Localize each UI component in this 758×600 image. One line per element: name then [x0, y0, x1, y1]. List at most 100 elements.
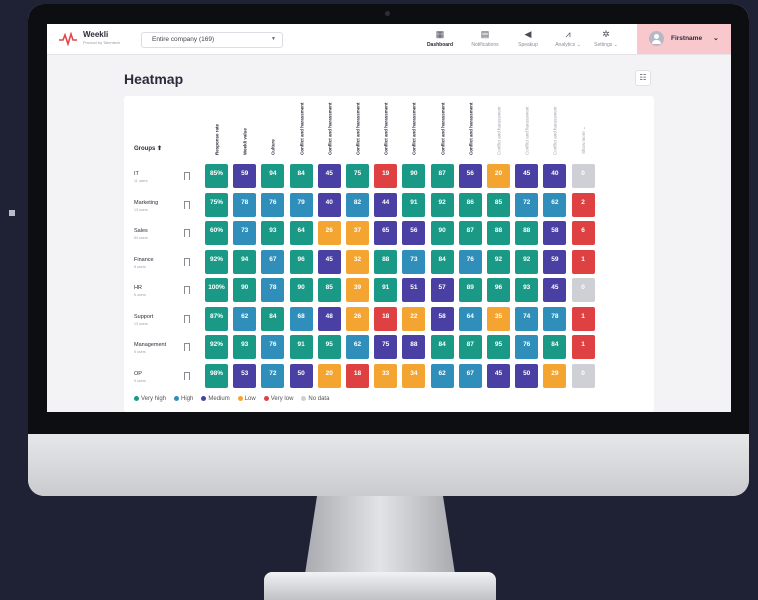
bookmark-icon[interactable] [184, 257, 190, 266]
heatmap-cell[interactable]: 92 [487, 249, 510, 274]
heatmap-cell[interactable]: 87 [430, 164, 454, 188]
heatmap-cell[interactable]: 96 [289, 249, 313, 274]
column-header[interactable]: Conflict and harassment [542, 100, 568, 160]
heatmap-cell[interactable]: 82 [346, 192, 369, 217]
heatmap-cell[interactable]: 58 [430, 306, 454, 331]
heatmap-cell[interactable]: 75 [374, 335, 398, 359]
heatmap-cell[interactable]: 20 [487, 164, 510, 188]
heatmap-cell[interactable]: 72 [515, 192, 539, 217]
heatmap-cell[interactable]: 32 [346, 249, 369, 274]
heatmap-cell[interactable]: 95 [317, 335, 341, 359]
group-name[interactable]: Management [134, 342, 166, 348]
heatmap-cell[interactable]: 87 [458, 221, 482, 245]
heatmap-cell[interactable]: 90 [233, 278, 257, 302]
group-name[interactable]: Finance [134, 257, 154, 263]
heatmap-cell[interactable]: 90 [289, 278, 313, 302]
column-header[interactable]: Conflict and harassment [430, 100, 456, 160]
heatmap-cell[interactable]: 84 [261, 306, 285, 331]
bookmark-icon[interactable] [184, 172, 190, 180]
heatmap-cell[interactable]: 73 [233, 221, 257, 245]
groups-sort-header[interactable]: Groups ⬆ [134, 145, 162, 152]
heatmap-cell[interactable]: 35 [487, 306, 510, 331]
heatmap-cell[interactable]: 53 [233, 363, 257, 388]
bookmark-icon[interactable] [184, 314, 190, 323]
heatmap-cell[interactable]: 29 [543, 363, 567, 388]
heatmap-cell[interactable]: 76 [261, 335, 285, 359]
nav-notifications[interactable]: ▤ Notifications [461, 28, 509, 48]
heatmap-cell[interactable]: 62 [346, 335, 369, 359]
heatmap-cell[interactable]: 39 [346, 278, 369, 302]
column-header[interactable]: Conflict and harassment [514, 100, 540, 160]
bookmark-icon[interactable] [184, 229, 190, 237]
heatmap-cell[interactable]: 85 [487, 192, 510, 217]
heatmap-cell[interactable]: 84 [430, 249, 454, 274]
column-header[interactable]: Conflict and harassment [373, 100, 399, 160]
heatmap-cell[interactable]: 87% [205, 306, 228, 331]
heatmap-cell[interactable]: 2 [571, 192, 595, 217]
heatmap-cell[interactable]: 84 [430, 335, 454, 359]
nav-settings[interactable]: ✲ Settings ⌄ [582, 28, 630, 48]
heatmap-cell[interactable]: 98% [205, 363, 228, 388]
heatmap-cell[interactable]: 95 [487, 335, 510, 359]
heatmap-cell[interactable]: 62 [430, 363, 454, 388]
column-header[interactable]: Culture [260, 100, 286, 160]
heatmap-cell[interactable]: 84 [543, 335, 567, 359]
heatmap-cell[interactable]: 72 [261, 363, 285, 388]
heatmap-cell[interactable]: 94 [261, 164, 285, 188]
heatmap-cell[interactable]: 76 [261, 192, 285, 217]
heatmap-cell[interactable]: 59 [543, 249, 567, 274]
heatmap-cell[interactable]: 92% [205, 249, 228, 274]
column-header[interactable]: Conflict and harassment [458, 100, 484, 160]
heatmap-cell[interactable]: 91 [374, 278, 398, 302]
heatmap-cell[interactable]: 89 [458, 278, 482, 302]
heatmap-cell[interactable]: 85% [205, 164, 228, 188]
heatmap-cell[interactable]: 91 [402, 192, 426, 217]
heatmap-cell[interactable]: 48 [317, 306, 341, 331]
heatmap-cell[interactable]: 0 [571, 363, 595, 388]
group-name[interactable]: OP [134, 371, 142, 377]
heatmap-cell[interactable]: 22 [402, 306, 426, 331]
heatmap-cell[interactable]: 56 [458, 164, 482, 188]
heatmap-cell[interactable]: 92 [430, 192, 454, 217]
heatmap-cell[interactable]: 60% [205, 221, 228, 245]
column-header[interactable]: Conflict and harassment [401, 100, 427, 160]
heatmap-cell[interactable]: 44 [374, 192, 398, 217]
heatmap-cell[interactable]: 67 [261, 249, 285, 274]
heatmap-cell[interactable]: 74 [515, 306, 539, 331]
heatmap-cell[interactable]: 64 [458, 306, 482, 331]
heatmap-cell[interactable]: 93 [261, 221, 285, 245]
heatmap-cell[interactable]: 26 [346, 306, 369, 331]
heatmap-cell[interactable]: 87 [458, 335, 482, 359]
column-header[interactable]: Conflict and harassment [345, 100, 371, 160]
heatmap-cell[interactable]: 50 [289, 363, 313, 388]
heatmap-cell[interactable]: 92 [515, 249, 539, 274]
heatmap-cell[interactable]: 1 [571, 306, 595, 331]
group-name[interactable]: Support [134, 314, 153, 320]
group-name[interactable]: Sales [134, 228, 148, 234]
heatmap-cell[interactable]: 19 [374, 164, 398, 188]
heatmap-cell[interactable]: 88 [374, 249, 398, 274]
heatmap-cell[interactable]: 0 [571, 278, 595, 302]
heatmap-cell[interactable]: 100% [205, 278, 228, 302]
bookmark-icon[interactable] [184, 200, 190, 209]
heatmap-cell[interactable]: 93 [515, 278, 539, 302]
heatmap-cell[interactable]: 18 [346, 363, 369, 388]
heatmap-cell[interactable]: 65 [374, 221, 398, 245]
heatmap-cell[interactable]: 75% [205, 192, 228, 217]
heatmap-cell[interactable]: 1 [571, 249, 595, 274]
heatmap-cell[interactable]: 45 [317, 249, 341, 274]
group-name[interactable]: HR [134, 285, 142, 291]
column-header[interactable]: Weekli value [232, 100, 258, 160]
heatmap-cell[interactable]: 78 [261, 278, 285, 302]
heatmap-cell[interactable]: 26 [317, 221, 341, 245]
heatmap-cell[interactable]: 91 [289, 335, 313, 359]
heatmap-cell[interactable]: 84 [289, 164, 313, 188]
heatmap-cell[interactable]: 78 [543, 306, 567, 331]
company-select[interactable]: Entire company (169) ▼ [141, 32, 283, 48]
heatmap-cell[interactable]: 0 [571, 164, 595, 188]
heatmap-cell[interactable]: 45 [515, 164, 539, 188]
heatmap-cell[interactable]: 67 [458, 363, 482, 388]
heatmap-cell[interactable]: 79 [289, 192, 313, 217]
heatmap-cell[interactable]: 76 [515, 335, 539, 359]
heatmap-cell[interactable]: 34 [402, 363, 426, 388]
